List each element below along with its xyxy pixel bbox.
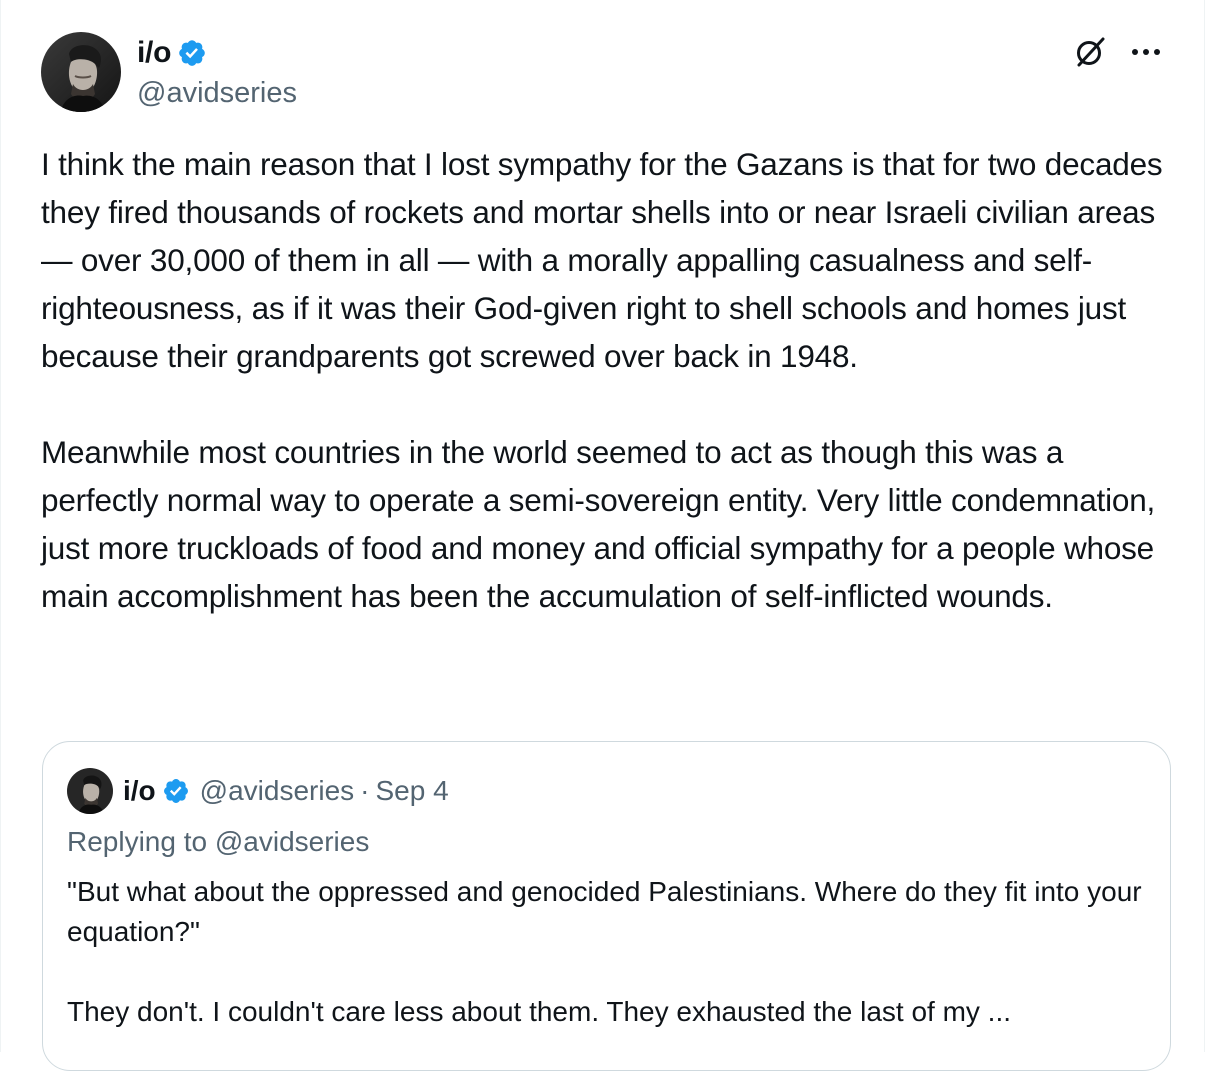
avatar[interactable] [41, 32, 121, 112]
more-horizontal-icon[interactable] [1128, 34, 1164, 70]
quoted-handle: @avidseries [199, 775, 355, 806]
quoted-tweet-header: i/o @avidseries · Sep 4 [67, 768, 449, 814]
quoted-avatar [67, 768, 113, 814]
handle[interactable]: @avidseries [137, 77, 297, 110]
tweet-text: I think the main reason that I lost symp… [41, 146, 1163, 614]
quoted-tweet-text: "But what about the oppressed and genoci… [67, 876, 1142, 1027]
quoted-verified-badge-icon [162, 777, 190, 805]
replying-to: Replying to @avidseries [67, 826, 370, 857]
name-row: i/o [137, 35, 297, 71]
top-actions [1072, 34, 1164, 70]
tweet-header: i/o @avidseries [41, 32, 297, 112]
quoted-date: Sep 4 [375, 775, 449, 806]
quoted-separator: · [360, 775, 370, 806]
display-name[interactable]: i/o [137, 36, 171, 70]
quoted-display-name: i/o [123, 775, 156, 806]
user-info: i/o @avidseries [137, 35, 297, 110]
grok-icon[interactable] [1072, 34, 1108, 70]
tweet-container: i/o @avidseries I think the main reason … [0, 0, 1205, 1071]
quoted-tweet-card[interactable]: i/o @avidseries · Sep 4 Replying to @avi… [42, 741, 1171, 1071]
verified-badge-icon[interactable] [177, 38, 207, 68]
